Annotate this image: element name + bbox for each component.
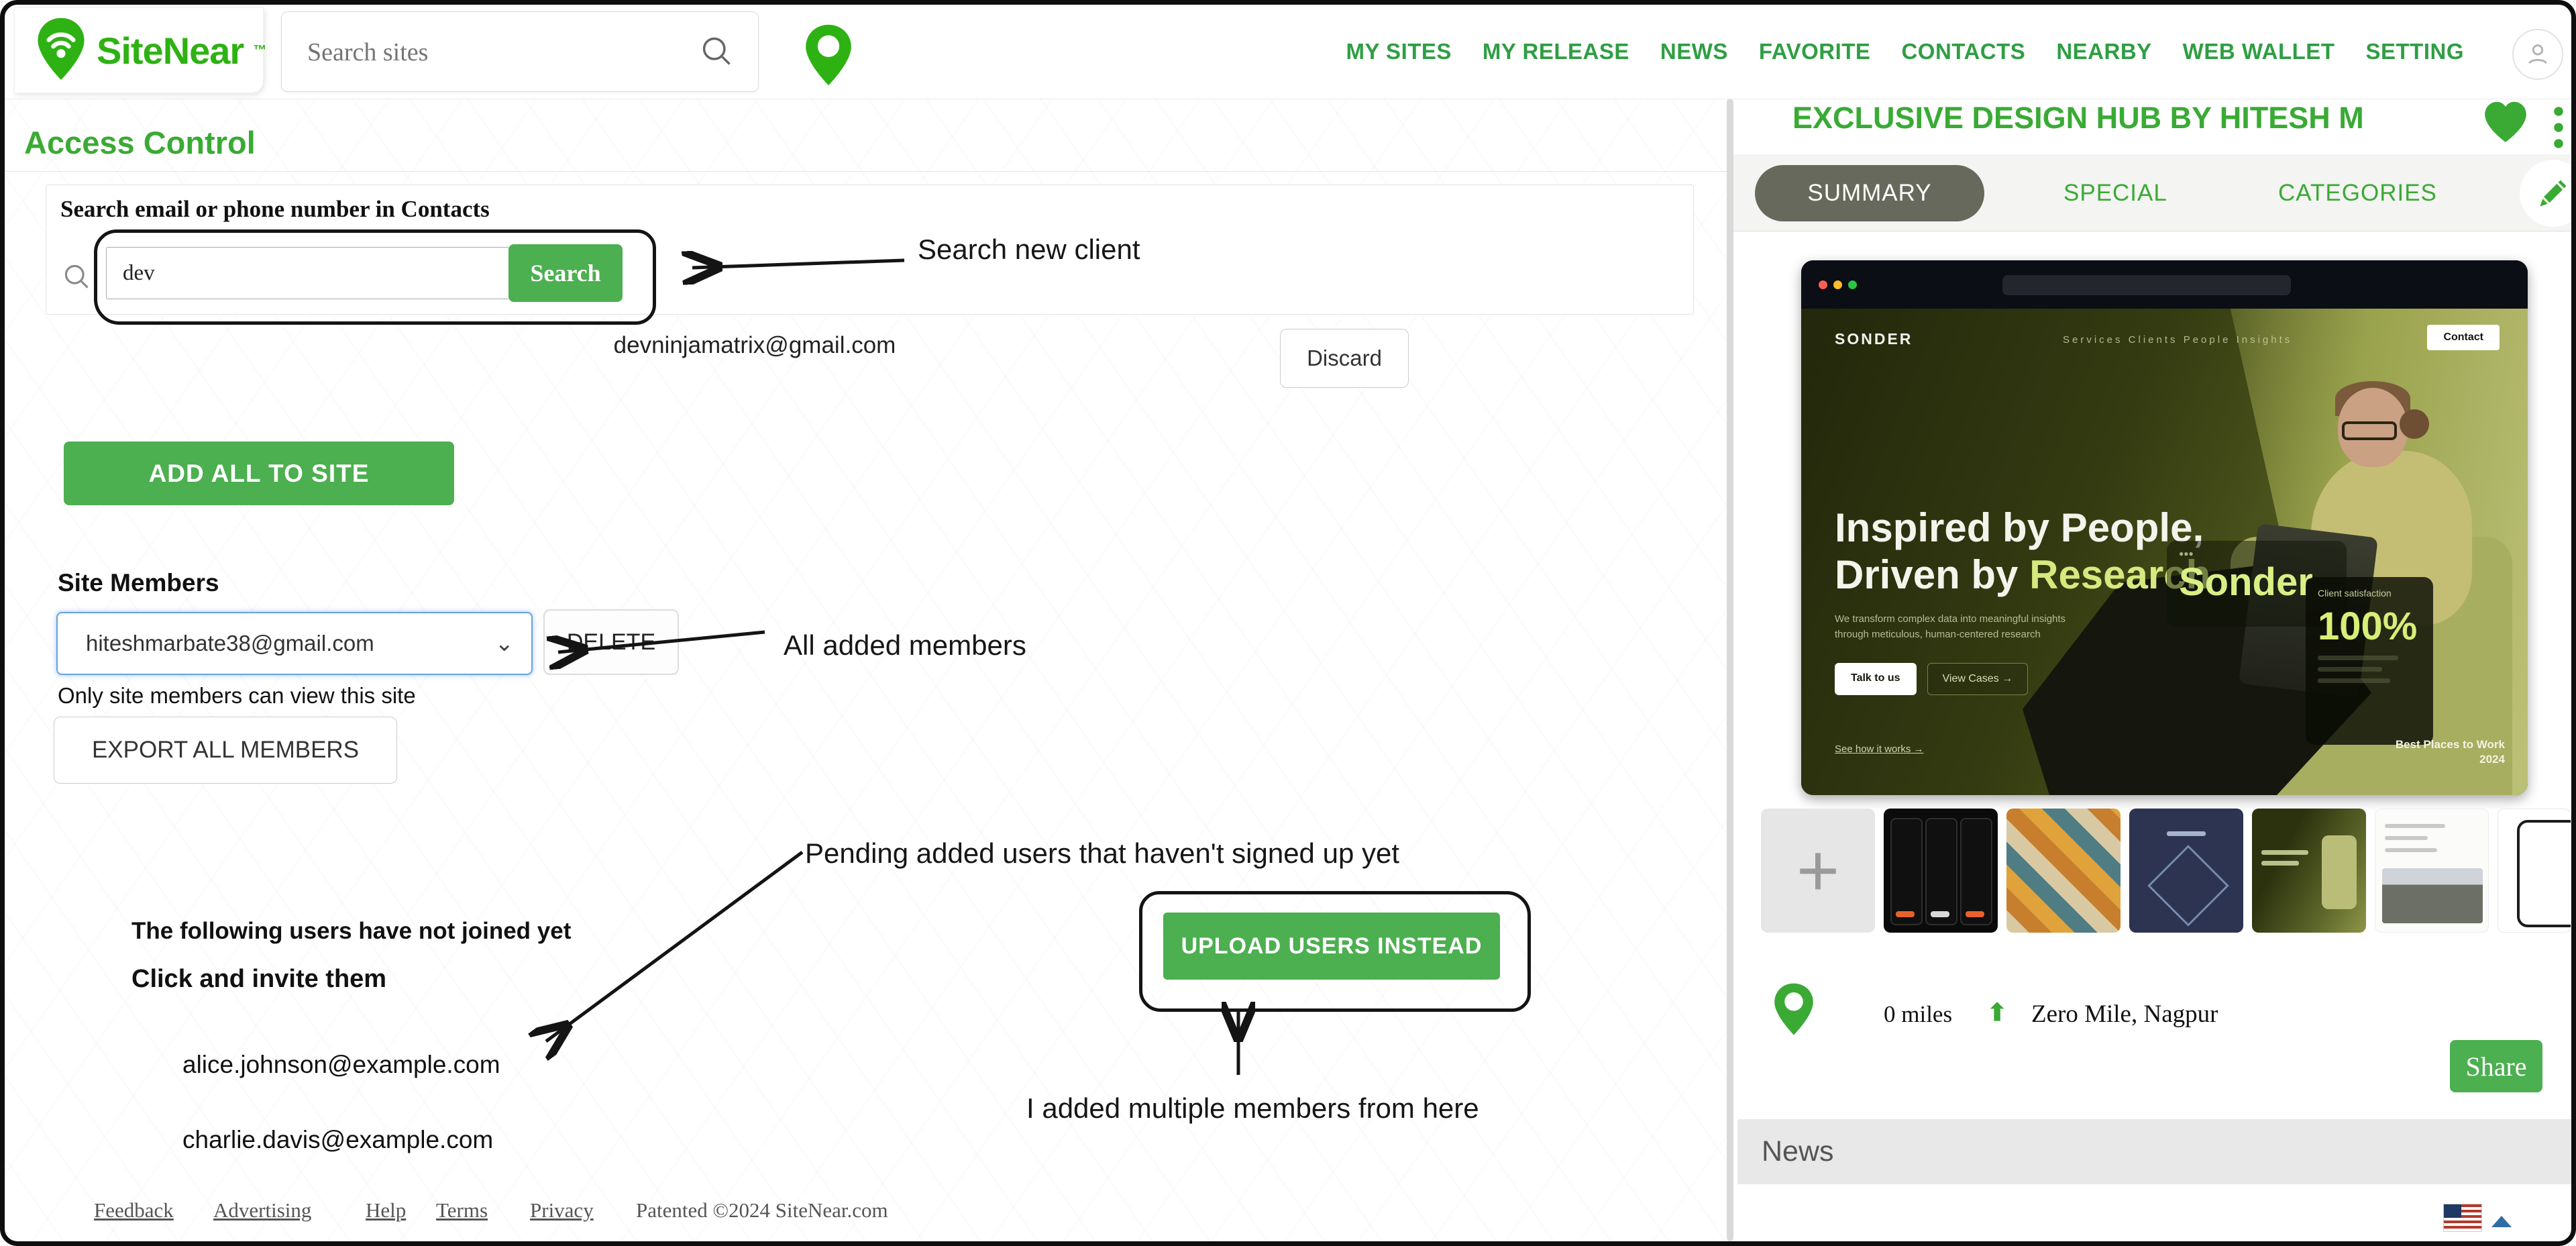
top-navbar: SiteNear ™ MY SITES MY RELEASE NEWS FAVO…: [5, 5, 2571, 99]
traffic-green-icon: [1848, 280, 1857, 289]
hero-headline: Inspired by People, Driven by Research: [1835, 505, 2210, 598]
delete-member-button[interactable]: DELETE: [543, 609, 679, 675]
nav-my-release[interactable]: MY RELEASE: [1483, 39, 1629, 64]
location-pin-icon[interactable]: [803, 23, 854, 90]
main-nav: MY SITES MY RELEASE NEWS FAVORITE CONTAC…: [1346, 5, 2464, 99]
hero-stat-card: Client satisfaction 100%: [2306, 577, 2433, 745]
news-section-header[interactable]: News: [1737, 1119, 2571, 1184]
pending-users-line1: The following users have not joined yet: [131, 918, 571, 945]
pending-users-line2: Click and invite them: [131, 965, 386, 994]
distance-up-icon: ⬆: [1987, 998, 2007, 1027]
selected-member: hiteshmarbate38@gmail.com: [86, 631, 374, 656]
logo-text: SiteNear: [97, 29, 244, 72]
thumbnail-navy[interactable]: [2129, 809, 2243, 933]
annotation-pending-users: Pending added users that haven't signed …: [805, 837, 1399, 870]
hero-see-link: See how it works →: [1835, 743, 1924, 755]
traffic-yellow-icon: [1833, 280, 1842, 289]
language-expand-icon[interactable]: [2491, 1216, 2512, 1227]
favorite-heart-icon[interactable]: [2481, 98, 2530, 148]
hero-brand: SONDER: [1835, 330, 1913, 348]
tab-special[interactable]: SPECIAL: [2063, 180, 2167, 207]
title-rule: [5, 171, 1727, 172]
browser-chrome: [1801, 260, 2528, 309]
panel-divider[interactable]: [1727, 99, 1733, 1241]
more-options-icon[interactable]: [2553, 106, 2564, 154]
thumbnail-sneakers[interactable]: [2006, 809, 2121, 933]
sitenear-app: SiteNear ™ MY SITES MY RELEASE NEWS FAVO…: [0, 0, 2576, 1246]
thumbnail-phones[interactable]: [1884, 809, 1998, 933]
site-hero-image[interactable]: SONDER Services Clients People Insights …: [1801, 260, 2528, 795]
footer-patent: Patented ©2024 SiteNear.com: [636, 1198, 888, 1223]
members-only-note: Only site members can view this site: [58, 683, 416, 709]
contact-search-input[interactable]: [106, 247, 508, 299]
tab-summary[interactable]: SUMMARY: [1755, 165, 1984, 221]
page-title: Access Control: [24, 124, 256, 161]
nav-contacts[interactable]: CONTACTS: [1901, 39, 2025, 64]
nav-news[interactable]: NEWS: [1660, 39, 1728, 64]
hero-paragraph: We transform complex data into meaningfu…: [1835, 612, 2076, 642]
hero-person-bun: [2400, 409, 2429, 439]
language-flag-icon[interactable]: [2443, 1204, 2482, 1232]
add-image-tile[interactable]: +: [1761, 809, 1875, 933]
contact-search-button[interactable]: Search: [508, 244, 623, 302]
map-pin-icon[interactable]: [1772, 981, 1815, 1041]
distance-value: 0 miles: [1884, 1001, 1952, 1028]
site-search-input[interactable]: [306, 12, 684, 93]
share-button[interactable]: Share: [2450, 1040, 2542, 1092]
logo-trademark: ™: [253, 43, 266, 58]
site-members-select[interactable]: hiteshmarbate38@gmail.com ⌄: [56, 612, 533, 675]
thumbnail-olive[interactable]: [2252, 809, 2366, 933]
hero-contact-button: Contact: [2427, 325, 2500, 350]
footer-feedback[interactable]: Feedback: [94, 1198, 174, 1223]
logo[interactable]: SiteNear ™: [14, 7, 264, 93]
site-search-box: [281, 11, 759, 92]
chevron-down-icon: ⌄: [495, 630, 515, 657]
nav-setting[interactable]: SETTING: [2365, 39, 2464, 64]
logo-pin-icon: [35, 17, 87, 85]
pending-email-2[interactable]: charlie.davis@example.com: [182, 1126, 493, 1154]
hero-nav: Services Clients People Insights: [2063, 334, 2292, 346]
profile-icon[interactable]: [2512, 29, 2563, 80]
hero-cases-button: View Cases →: [1927, 663, 2029, 695]
contact-search-label: Search email or phone number in Contacts: [60, 196, 490, 223]
add-all-to-site-button[interactable]: ADD ALL TO SITE: [64, 442, 454, 505]
footer-advertising[interactable]: Advertising: [213, 1198, 311, 1223]
contact-search-icon: [62, 262, 91, 295]
annotation-all-added-members: All added members: [784, 629, 1026, 662]
tab-categories[interactable]: CATEGORIES: [2278, 180, 2437, 207]
hero-talk-button: Talk to us: [1835, 663, 1917, 695]
export-all-members-button[interactable]: EXPORT ALL MEMBERS: [54, 717, 397, 784]
footer-help[interactable]: Help: [366, 1198, 406, 1223]
news-label: News: [1762, 1135, 1834, 1168]
location-name: Zero Mile, Nagpur: [2031, 1000, 2218, 1029]
nav-nearby[interactable]: NEARBY: [2056, 39, 2151, 64]
hero-screen: SONDER Services Clients People Insights …: [1801, 309, 2528, 795]
hero-person-glasses: [2342, 421, 2397, 440]
url-bar: [2002, 275, 2291, 295]
thumbnail-house[interactable]: [2375, 809, 2489, 933]
hero-buttons: Talk to us View Cases →: [1835, 663, 2028, 695]
search-icon[interactable]: [699, 34, 734, 72]
nav-web-wallet[interactable]: WEB WALLET: [2183, 39, 2335, 64]
annotation-upload-note: I added multiple members from here: [1026, 1092, 1479, 1125]
thumbnail-phone[interactable]: [2498, 809, 2571, 933]
nav-favorite[interactable]: FAVORITE: [1759, 39, 1871, 64]
site-title: EXCLUSIVE DESIGN HUB BY HITESH M: [1792, 101, 2463, 136]
traffic-red-icon: [1819, 280, 1827, 289]
hero-badge: Best Places to Work 2024: [2391, 737, 2505, 767]
search-result-email: devninjamatrix@gmail.com: [604, 332, 906, 359]
pending-email-1[interactable]: alice.johnson@example.com: [182, 1051, 500, 1079]
footer-privacy[interactable]: Privacy: [530, 1198, 594, 1223]
discard-button[interactable]: Discard: [1280, 329, 1409, 388]
annotation-search-new-client: Search new client: [918, 233, 1140, 266]
site-members-label: Site Members: [58, 569, 219, 597]
nav-my-sites[interactable]: MY SITES: [1346, 39, 1451, 64]
upload-users-button[interactable]: UPLOAD USERS INSTEAD: [1163, 913, 1500, 980]
footer-terms[interactable]: Terms: [436, 1198, 488, 1223]
